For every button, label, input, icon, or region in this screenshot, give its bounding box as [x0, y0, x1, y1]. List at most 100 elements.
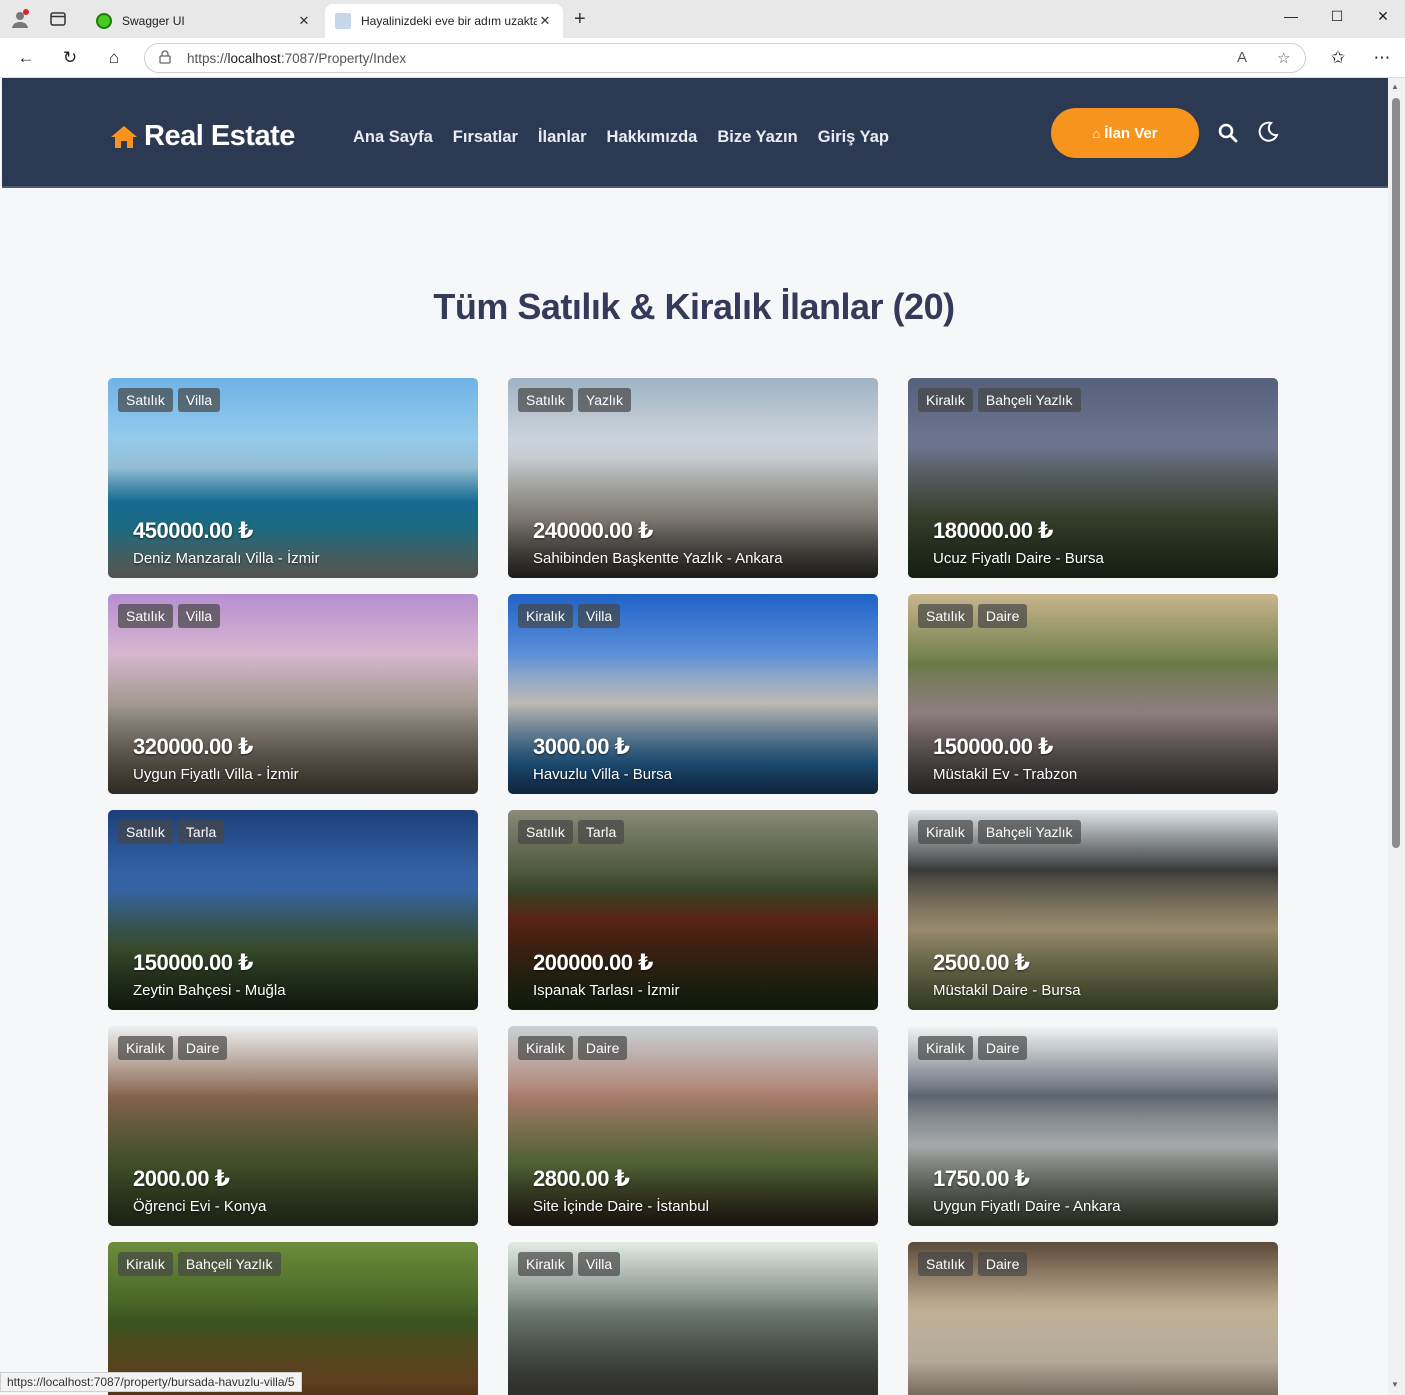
lock-icon	[159, 49, 173, 67]
listing-title[interactable]: Ucuz Fiyatlı Daire - Bursa	[933, 550, 1104, 567]
listing-card[interactable]: Kiralık Bahçeli Yazlık 180000.00 ₺ Ucuz Fiy…	[908, 378, 1278, 578]
listing-tags: Satılık Villa	[118, 388, 225, 412]
listing-card[interactable]: Kiralık Villa 3000.00 ₺ Havuzlu Villa - Bur…	[508, 594, 878, 794]
listing-card[interactable]: Kiralık Villa	[508, 1242, 878, 1395]
more-menu-icon[interactable]: ⋯	[1368, 46, 1396, 70]
type-badge: Villa	[577, 1252, 621, 1276]
listing-card[interactable]: Satılık Daire 150000.00 ₺ Müstakil Ev - Tra…	[908, 594, 1278, 794]
listing-card[interactable]: Satılık Tarla 200000.00 ₺ Ispanak Tarlası -…	[508, 810, 878, 1010]
listing-title[interactable]: Deniz Manzaralı Villa - İzmir	[133, 550, 319, 567]
listing-card[interactable]: Satılık Tarla 150000.00 ₺ Zeytin Bahçesi - …	[108, 810, 478, 1010]
brand-name: Real Estate	[144, 120, 295, 152]
nav-link-listings[interactable]: İlanlar	[538, 128, 587, 147]
listing-tags: Satılık Tarla	[118, 820, 229, 844]
listing-title[interactable]: Site İçinde Daire - İstanbul	[533, 1198, 709, 1215]
listing-tags: Kiralık Daire	[918, 1036, 1032, 1060]
listing-title[interactable]: Uygun Fiyatlı Daire - Ankara	[933, 1198, 1121, 1215]
nav-link-home[interactable]: Ana Sayfa	[353, 128, 433, 147]
swagger-favicon-icon	[96, 13, 112, 29]
listing-card[interactable]: Kiralık Daire 1750.00 ₺ Uygun Fiyatlı Daire…	[908, 1026, 1278, 1226]
tab-real-estate[interactable]: Hayalinizdeki eve bir adım uzakta ✕	[325, 4, 563, 38]
status-badge: Kiralık	[518, 1252, 573, 1276]
post-listing-button[interactable]: ⌂ İlan Ver	[1051, 108, 1199, 158]
listing-title[interactable]: Ispanak Tarlası - İzmir	[533, 982, 679, 999]
reload-icon[interactable]: ↻	[56, 46, 84, 70]
tab-title: Swagger UI	[122, 14, 185, 28]
tab-actions-icon[interactable]	[46, 8, 70, 30]
listing-price: 450000.00 ₺	[133, 518, 253, 543]
listing-card[interactable]: Satılık Yazlık 240000.00 ₺ Sahibinden Başke…	[508, 378, 878, 578]
type-badge: Daire	[977, 1036, 1028, 1060]
listing-tags: Satılık Yazlık	[518, 388, 636, 412]
type-badge: Tarla	[577, 820, 625, 844]
nav-link-contact[interactable]: Bize Yazın	[717, 128, 797, 147]
listing-title[interactable]: Müstakil Ev - Trabzon	[933, 766, 1077, 783]
dark-mode-moon-icon[interactable]	[1256, 120, 1280, 144]
listing-card[interactable]: Kiralık Bahçeli Yazlık 2500.00 ₺ Müstakil D…	[908, 810, 1278, 1010]
back-icon[interactable]: ←	[12, 46, 40, 70]
page-scrollbar[interactable]: ▲ ▼	[1388, 78, 1405, 1395]
profile-icon[interactable]	[8, 8, 32, 30]
type-badge: Daire	[577, 1036, 628, 1060]
read-aloud-icon[interactable]: A	[1237, 49, 1247, 66]
scroll-down-icon[interactable]: ▼	[1391, 1380, 1399, 1389]
main-menu: Ana Sayfa Fırsatlar İlanlar Hakkımızda B…	[353, 128, 909, 147]
type-badge: Villa	[177, 388, 221, 412]
url-field[interactable]: https://localhost:7087/Property/Index A …	[144, 43, 1306, 73]
type-badge: Daire	[977, 604, 1028, 628]
close-tab-icon[interactable]: ✕	[537, 13, 553, 29]
site-navbar: Real Estate Ana Sayfa Fırsatlar İlanlar …	[2, 78, 1388, 188]
listing-price: 150000.00 ₺	[933, 734, 1053, 759]
listing-card[interactable]: Satılık Daire	[908, 1242, 1278, 1395]
tab-swagger[interactable]: Swagger UI ✕	[86, 4, 322, 38]
link-status-tooltip: https://localhost:7087/property/bursada-…	[0, 1372, 302, 1392]
favorites-icon[interactable]: ✩	[1324, 46, 1352, 70]
status-badge: Kiralık	[918, 1036, 973, 1060]
status-badge: Kiralık	[918, 388, 973, 412]
url-scheme: https://	[187, 50, 228, 66]
listing-tags: Satılık Daire	[918, 1252, 1032, 1276]
listing-title[interactable]: Zeytin Bahçesi - Muğla	[133, 982, 286, 999]
nav-link-about[interactable]: Hakkımızda	[607, 128, 698, 147]
listing-card[interactable]: Satılık Villa 320000.00 ₺ Uygun Fiyatlı Vil…	[108, 594, 478, 794]
listing-tags: Satılık Tarla	[518, 820, 629, 844]
scrollbar-thumb[interactable]	[1392, 98, 1400, 848]
photo-overlay	[508, 1302, 878, 1395]
status-badge: Satılık	[118, 820, 173, 844]
scroll-up-icon[interactable]: ▲	[1391, 82, 1399, 91]
house-icon	[111, 125, 137, 148]
nav-link-deals[interactable]: Fırsatlar	[453, 128, 518, 147]
listing-title[interactable]: Sahibinden Başkentte Yazlık - Ankara	[533, 550, 783, 567]
listing-title[interactable]: Havuzlu Villa - Bursa	[533, 766, 672, 783]
listing-price: 2000.00 ₺	[133, 1166, 230, 1191]
nav-link-login[interactable]: Giriş Yap	[818, 128, 889, 147]
listing-tags: Kiralık Villa	[518, 604, 625, 628]
minimize-icon[interactable]: —	[1276, 8, 1306, 24]
home-icon[interactable]: ⌂	[100, 46, 128, 70]
listing-card[interactable]: Kiralık Daire 2000.00 ₺ Öğrenci Evi - Konya	[108, 1026, 478, 1226]
status-badge: Satılık	[118, 388, 173, 412]
url-host: localhost	[227, 50, 281, 66]
listing-tags: Kiralık Villa	[518, 1252, 625, 1276]
listing-title[interactable]: Öğrenci Evi - Konya	[133, 1198, 266, 1215]
page-viewport: Real Estate Ana Sayfa Fırsatlar İlanlar …	[0, 78, 1388, 1395]
search-icon[interactable]	[1217, 122, 1239, 144]
new-tab-icon[interactable]: +	[574, 8, 586, 31]
brand-logo[interactable]: Real Estate	[110, 120, 295, 153]
type-badge: Villa	[177, 604, 221, 628]
listing-price: 2500.00 ₺	[933, 950, 1030, 975]
close-window-icon[interactable]: ✕	[1368, 8, 1398, 25]
listing-card[interactable]: Kiralık Daire 2800.00 ₺ Site İçinde Daire -…	[508, 1026, 878, 1226]
listing-tags: Kiralık Daire	[118, 1036, 232, 1060]
listing-price: 2800.00 ₺	[533, 1166, 630, 1191]
favorite-star-icon[interactable]: ☆	[1277, 49, 1290, 67]
url-path: :7087/Property/Index	[280, 50, 407, 66]
close-tab-icon[interactable]: ✕	[296, 13, 312, 29]
listing-card[interactable]: Satılık Villa 450000.00 ₺ Deniz Manzaralı V…	[108, 378, 478, 578]
home-small-icon: ⌂	[1092, 125, 1101, 141]
type-badge: Tarla	[177, 820, 225, 844]
listing-title[interactable]: Uygun Fiyatlı Villa - İzmir	[133, 766, 299, 783]
status-badge: Satılık	[918, 604, 973, 628]
maximize-icon[interactable]: ☐	[1322, 8, 1352, 25]
listing-title[interactable]: Müstakil Daire - Bursa	[933, 982, 1081, 999]
